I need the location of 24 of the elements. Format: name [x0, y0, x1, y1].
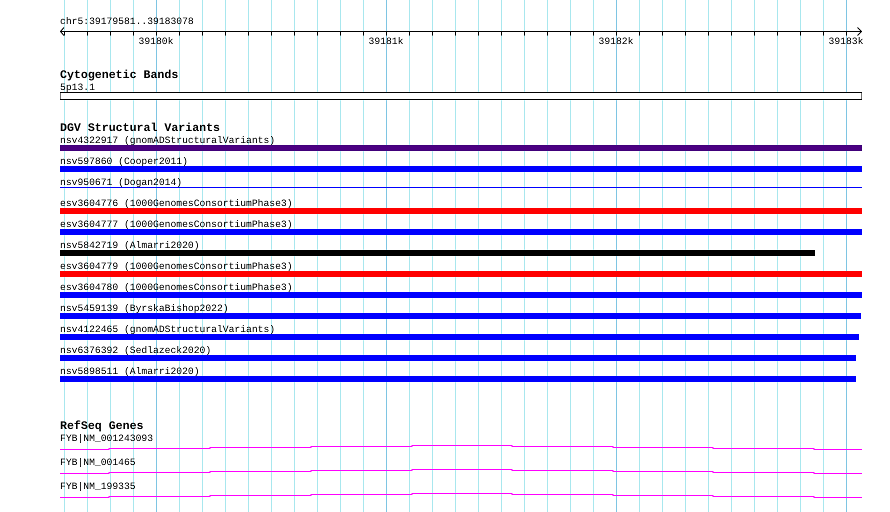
feature-label: nsv5898511 (Almarri2020)	[60, 366, 200, 378]
feature-label: nsv4322917 (gnomADStructuralVariants)	[60, 135, 276, 147]
feature-label: FYB|NM_001243093	[60, 433, 154, 445]
location-label: chr5:39179581..39183078	[60, 16, 194, 28]
feature-label: esv3604779 (1000GenomesConsortiumPhase3)	[60, 261, 293, 273]
feature-label: esv3604780 (1000GenomesConsortiumPhase3)	[60, 282, 293, 294]
feature-label: FYB|NM_199335	[60, 481, 136, 493]
track-title: RefSeq Genes	[60, 421, 144, 433]
feature-label: nsv950671 (Dogan2014)	[60, 177, 182, 189]
feature-label: FYB|NM_001465	[60, 457, 136, 469]
track-title: Cytogenetic Bands	[60, 70, 178, 82]
tick-label: 39180k	[138, 36, 174, 48]
track-title: DGV Structural Variants	[60, 123, 220, 135]
feature-label: nsv597860 (Cooper2011)	[60, 156, 188, 168]
feature-label: nsv4122465 (gnomADStructuralVariants)	[60, 324, 276, 336]
feature-label: nsv6376392 (Sedlazeck2020)	[60, 345, 212, 357]
feature-label: esv3604776 (1000GenomesConsortiumPhase3)	[60, 198, 293, 210]
feature-label: nsv5842719 (Almarri2020)	[60, 240, 200, 252]
tick-label: 39183k	[828, 36, 864, 48]
feature-label: 5p13.1	[60, 82, 95, 94]
tick-label: 39181k	[368, 36, 404, 48]
feature-label: nsv5459139 (ByrskaBishop2022)	[60, 303, 229, 315]
tick-label: 39182k	[598, 36, 634, 48]
feature-label: esv3604777 (1000GenomesConsortiumPhase3)	[60, 219, 293, 231]
